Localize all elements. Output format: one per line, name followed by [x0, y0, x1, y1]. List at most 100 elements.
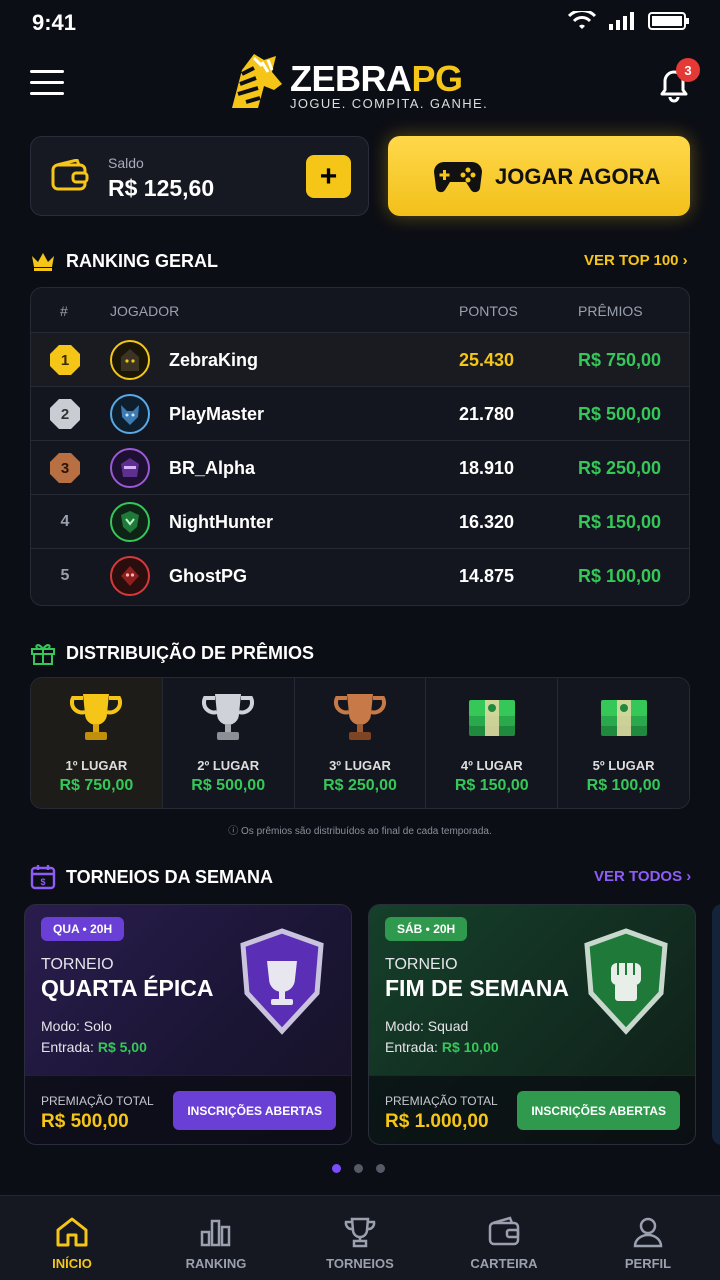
nav-label: RANKING	[185, 1256, 247, 1271]
view-top100-link[interactable]: VER TOP 100 ›	[584, 252, 688, 269]
schedule-badge: SÁB • 20H	[385, 917, 468, 941]
entry-value: R$ 5,00	[97, 1039, 147, 1055]
player-name: PlayMaster	[169, 404, 265, 424]
carousel-dot[interactable]	[354, 1164, 363, 1173]
carousel-dots[interactable]	[332, 1164, 385, 1173]
player-prize: R$ 750,00	[578, 350, 662, 370]
player-name: GhostPG	[169, 566, 248, 586]
skull-avatar-icon	[121, 566, 139, 586]
rank-pos: 1	[60, 351, 70, 369]
hooded-avatar-icon	[121, 349, 139, 371]
tournament-entry: Entrada: R$ 10,00	[385, 1039, 499, 1055]
prize-amount: R$ 150,00	[454, 777, 529, 794]
table-row[interactable]: 2 PlayMaster 21.780 R$ 500,00	[31, 386, 689, 440]
prize-place: 3º LUGAR	[329, 758, 391, 773]
prize-place: 1º LUGAR	[65, 758, 128, 773]
tournaments-title-text: TORNEIOS DA SEMANA	[66, 866, 274, 887]
balance-label: Saldo	[108, 155, 144, 171]
tournament-footer: PREMIAÇÃO TOTAL R$ 1.000,00 INSCRIÇÕES A…	[369, 1075, 695, 1144]
player-prize: R$ 150,00	[578, 512, 662, 532]
silver-trophy-icon	[202, 694, 255, 740]
table-row[interactable]: 4 NightHunter 16.320 R$ 150,00	[31, 494, 689, 548]
prize-distribution: 1º LUGAR R$ 750,00 2º LUGAR R$ 500,00 3º…	[30, 677, 690, 809]
player-points: 16.320	[459, 512, 515, 532]
tournament-footer: PREMIAÇÃO TOTAL R$ 500,00 INSCRIÇÕES ABE…	[25, 1075, 351, 1144]
brand-name: ZEBRAPG	[290, 58, 463, 100]
crown-icon	[32, 253, 54, 271]
carousel-dot[interactable]	[332, 1164, 341, 1173]
add-funds-button[interactable]: +	[306, 155, 351, 198]
table-row[interactable]: 1 ZebraKing 25.430 R$ 750,00	[31, 332, 689, 386]
chevron-right-icon: ›	[682, 252, 688, 269]
nav-label: CARTEIRA	[470, 1256, 538, 1271]
prize-place: 2º LUGAR	[197, 758, 260, 773]
rank-pos: 3	[60, 459, 70, 477]
prize-place: 4º LUGAR	[460, 758, 523, 773]
prize-item: 3º LUGAR R$ 250,00	[294, 678, 427, 808]
entry-value: R$ 10,00	[441, 1039, 499, 1055]
nav-home[interactable]: INÍCIO	[0, 1196, 144, 1280]
tournament-kicker: TORNEIO	[385, 956, 458, 973]
avatar	[110, 556, 150, 596]
battery-icon	[648, 12, 689, 30]
nav-ranking[interactable]: RANKING	[144, 1196, 288, 1280]
avatar	[110, 448, 150, 488]
ranking-title: RANKING GERAL	[30, 250, 218, 272]
player-prize: R$ 250,00	[578, 458, 662, 478]
zebra-logo-icon	[232, 54, 282, 108]
play-now-label: JOGAR AGORA	[495, 164, 661, 189]
tournament-card-peek[interactable]	[712, 904, 720, 1145]
tournament-card[interactable]: QUA • 20H TORNEIO QUARTA ÉPICA Modo: Sol…	[24, 904, 352, 1145]
tournament-card[interactable]: SÁB • 20H TORNEIO FIM DE SEMANA Modo: Sq…	[368, 904, 696, 1145]
entry-label: Entrada:	[41, 1039, 98, 1055]
carousel-dot[interactable]	[376, 1164, 385, 1173]
distribution-title: DISTRIBUIÇÃO DE PRÊMIOS	[30, 640, 314, 666]
col-pos: #	[60, 303, 68, 319]
avatar	[110, 340, 150, 380]
silver-medal-icon: 2	[50, 399, 80, 429]
tournament-name: FIM DE SEMANA	[385, 975, 569, 1001]
col-prizes: PRÊMIOS	[578, 303, 643, 319]
avatar	[110, 394, 150, 434]
brand-main: ZEBRA	[290, 58, 412, 99]
nav-wallet[interactable]: CARTEIRA	[432, 1196, 576, 1280]
player-points: 14.875	[459, 566, 515, 586]
nav-tournaments[interactable]: TORNEIOS	[288, 1196, 432, 1280]
player-name: NightHunter	[169, 512, 273, 532]
view-all-label: VER TODOS	[594, 868, 683, 885]
view-all-link[interactable]: VER TODOS ›	[594, 868, 691, 885]
player-name: BR_Alpha	[169, 458, 256, 478]
notifications-button[interactable]: 3	[654, 58, 700, 104]
calendar-icon: $	[30, 865, 56, 890]
prize-amount: R$ 250,00	[323, 777, 397, 794]
status-time: 9:41	[32, 10, 77, 35]
play-now-button[interactable]: JOGAR AGORA	[388, 136, 690, 216]
tournament-kicker: TORNEIO	[41, 956, 114, 973]
nav-label: TORNEIOS	[326, 1256, 394, 1271]
shield-avatar-icon	[121, 511, 139, 533]
brand-logo[interactable]: ZEBRAPG JOGUE. COMPITA. GANHE.	[224, 48, 494, 114]
nav-profile[interactable]: PERFIL	[576, 1196, 720, 1280]
player-points: 25.430	[459, 350, 515, 370]
prize-place: 5º LUGAR	[592, 758, 655, 773]
table-row[interactable]: 5 GhostPG 14.875 R$ 100,00	[31, 548, 689, 602]
col-points: PONTOS	[459, 303, 518, 319]
table-header: # JOGADOR PONTOS PRÊMIOS	[31, 288, 689, 332]
ranking-title-text: RANKING GERAL	[66, 250, 218, 271]
gamepad-icon	[434, 162, 482, 193]
prize-amount: R$ 750,00	[59, 777, 134, 794]
register-button[interactable]: INSCRIÇÕES ABERTAS	[517, 1091, 680, 1130]
wallet-icon	[488, 1216, 520, 1246]
signal-icon	[609, 12, 634, 30]
wolf-avatar-icon	[121, 405, 139, 425]
gold-medal-icon: 1	[50, 345, 80, 375]
player-points: 18.910	[459, 458, 515, 478]
table-row[interactable]: 3 BR_Alpha 18.910 R$ 250,00	[31, 440, 689, 494]
nav-label: PERFIL	[624, 1256, 672, 1271]
menu-icon[interactable]	[30, 70, 64, 96]
prize-item: 2º LUGAR R$ 500,00	[162, 678, 295, 808]
player-prize: R$ 100,00	[578, 566, 662, 586]
balance-card: Saldo R$ 125,60 +	[30, 136, 369, 216]
register-button[interactable]: INSCRIÇÕES ABERTAS	[173, 1091, 336, 1130]
prize-pool-label: PREMIAÇÃO TOTAL	[41, 1094, 154, 1108]
